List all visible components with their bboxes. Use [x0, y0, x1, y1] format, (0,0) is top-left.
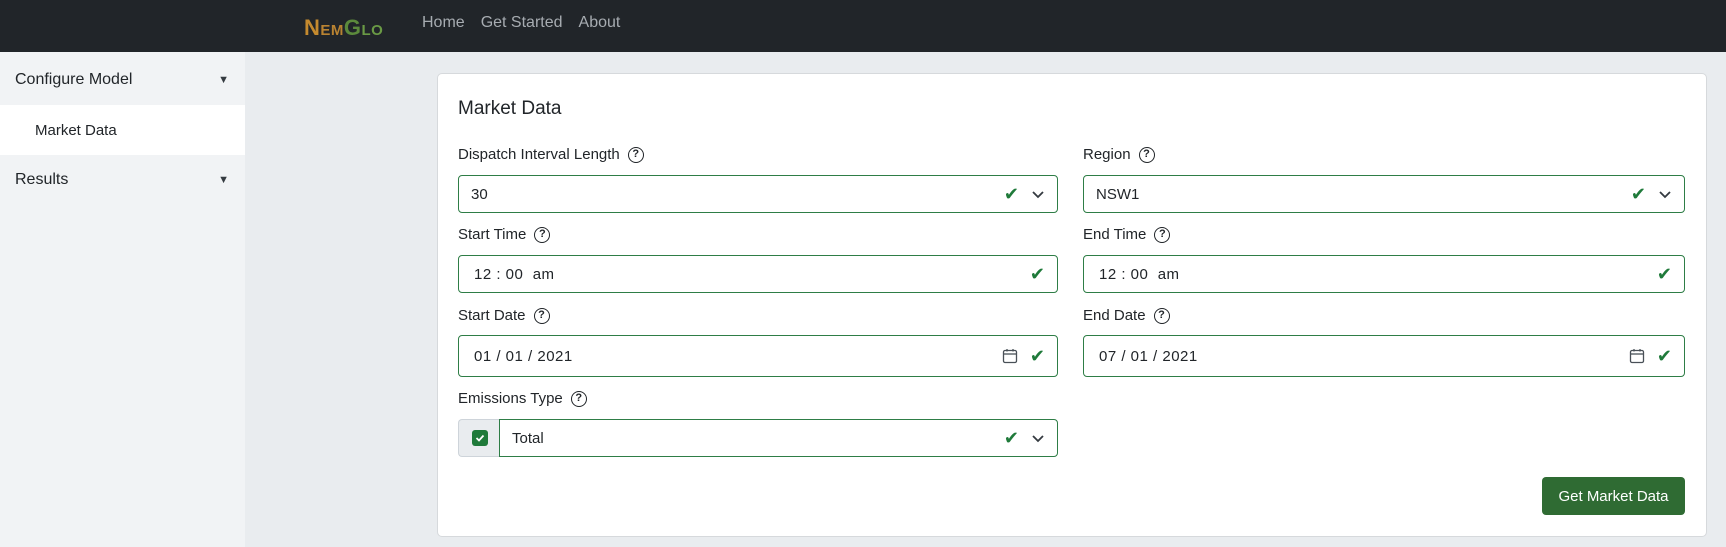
top-navbar: N EM G LO Home Get Started About [0, 0, 1726, 52]
start-date-input[interactable]: 01 / 01 / 2021 ✔ [458, 335, 1058, 377]
date-value: 07 / 01 / 2021 [1099, 347, 1198, 365]
sidebar-section-configure-model[interactable]: Configure Model ▼ [0, 55, 245, 105]
field-label-text: End Time [1083, 226, 1147, 243]
help-icon[interactable]: ? [534, 226, 551, 243]
get-market-data-button[interactable]: Get Market Data [1542, 477, 1685, 515]
dispatch-interval-label: Dispatch Interval Length ? [458, 146, 644, 163]
emissions-type-select[interactable]: Total ✔ [499, 419, 1058, 457]
chevron-down-icon: ▼ [218, 74, 229, 86]
end-date-label: End Date ? [1083, 307, 1170, 324]
nemglo-logo[interactable]: N EM G LO [304, 10, 383, 40]
field-label-text: Start Time [458, 226, 527, 243]
help-icon[interactable]: ? [1138, 146, 1155, 163]
nav-links: Home Get Started About [422, 14, 620, 32]
start-time-label: Start Time ? [458, 226, 551, 243]
sidebar-item-label: Market Data [35, 121, 117, 139]
time-value: 12 : 00 am [474, 265, 555, 283]
select-value: 30 [471, 185, 488, 203]
logo-letter-g: G [343, 15, 362, 40]
emissions-checkbox[interactable] [471, 430, 488, 446]
emissions-type-label: Emissions Type ? [458, 390, 587, 407]
market-data-card: Market Data Dispatch Interval Length ? 3… [437, 73, 1707, 537]
valid-check-icon: ✔ [1630, 183, 1646, 204]
field-label-text: End Date [1083, 307, 1146, 324]
logo-letters-lo: LO [361, 22, 384, 39]
region-label: Region ? [1083, 146, 1155, 163]
valid-check-icon: ✔ [1003, 427, 1019, 448]
valid-check-icon: ✔ [1003, 183, 1019, 204]
select-value: Total [512, 429, 544, 447]
start-time-input[interactable]: 12 : 00 am ✔ [458, 255, 1058, 293]
chevron-down-icon [1031, 431, 1045, 445]
time-value: 12 : 00 am [1099, 265, 1180, 283]
dispatch-interval-select[interactable]: 30 ✔ [458, 175, 1058, 213]
emissions-checkbox-addon [458, 419, 500, 457]
help-icon[interactable]: ? [1153, 307, 1170, 324]
date-value: 01 / 01 / 2021 [474, 347, 573, 365]
sidebar-item-market-data[interactable]: Market Data [0, 105, 245, 155]
end-time-input[interactable]: 12 : 00 am ✔ [1083, 255, 1685, 293]
start-date-label: Start Date ? [458, 307, 550, 324]
card-title: Market Data [458, 98, 562, 119]
field-label-text: Start Date [458, 307, 526, 324]
calendar-icon[interactable] [1002, 348, 1018, 364]
field-label-text: Emissions Type [458, 390, 563, 407]
calendar-icon[interactable] [1629, 348, 1645, 364]
end-time-label: End Time ? [1083, 226, 1171, 243]
valid-check-icon: ✔ [1029, 263, 1045, 284]
valid-check-icon: ✔ [1656, 263, 1672, 284]
chevron-down-icon [1658, 187, 1672, 201]
sidebar: Configure Model ▼ Market Data Results ▼ [0, 52, 245, 547]
field-label-text: Dispatch Interval Length [458, 146, 620, 163]
region-select[interactable]: NSW1 ✔ [1083, 175, 1685, 213]
sidebar-section-label: Results [15, 171, 69, 188]
sidebar-section-label: Configure Model [15, 71, 133, 88]
field-label-text: Region [1083, 146, 1131, 163]
chevron-down-icon [1031, 187, 1045, 201]
end-date-input[interactable]: 07 / 01 / 2021 ✔ [1083, 335, 1685, 377]
nav-about-link[interactable]: About [579, 14, 621, 32]
nav-home-link[interactable]: Home [422, 14, 465, 32]
help-icon[interactable]: ? [533, 307, 550, 324]
select-value: NSW1 [1096, 185, 1140, 203]
emissions-type-group: Total ✔ [458, 419, 1058, 457]
chevron-down-icon: ▼ [218, 174, 229, 186]
help-icon[interactable]: ? [1154, 226, 1171, 243]
logo-letters-em: EM [320, 22, 344, 39]
nav-get-started-link[interactable]: Get Started [481, 14, 563, 32]
help-icon[interactable]: ? [627, 146, 644, 163]
valid-check-icon: ✔ [1029, 345, 1045, 366]
valid-check-icon: ✔ [1656, 345, 1672, 366]
help-icon[interactable]: ? [570, 390, 587, 407]
logo-letter-n: N [304, 15, 321, 40]
sidebar-section-results[interactable]: Results ▼ [0, 155, 245, 205]
